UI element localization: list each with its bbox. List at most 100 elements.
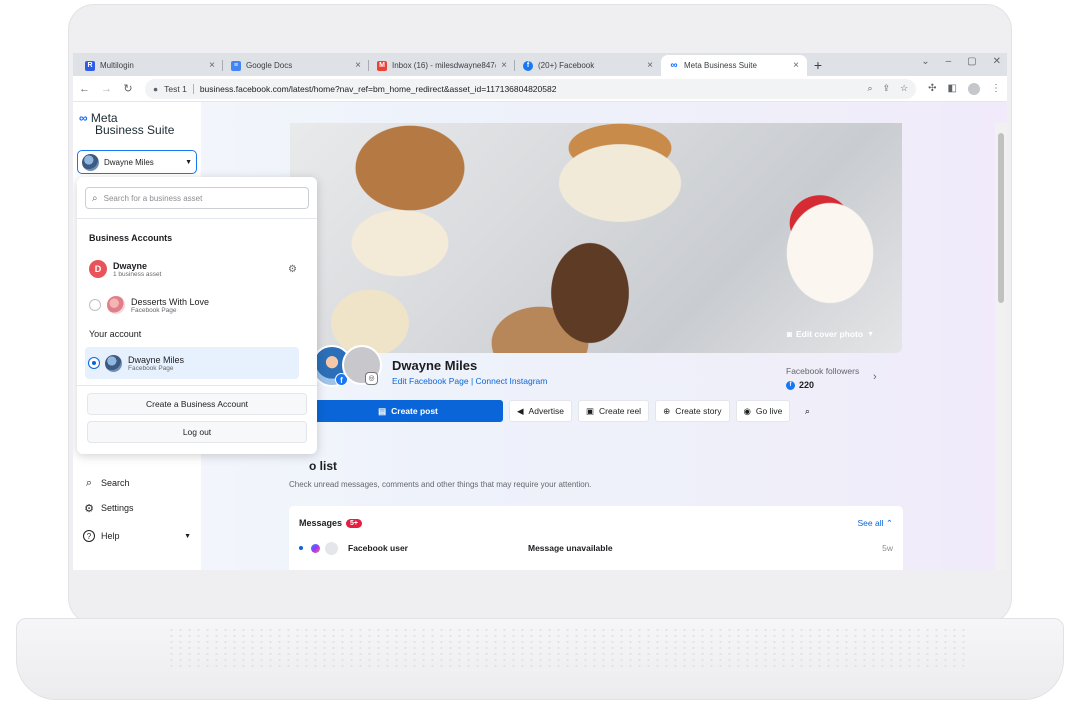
your-account-item[interactable]: Dwayne Miles Facebook Page	[85, 347, 299, 379]
account-dropdown: ⌕ Business Accounts D Dwayne 1 business …	[77, 177, 317, 454]
message-preview: Message unavailable	[528, 543, 613, 553]
todo-subtitle: Check unread messages, comments and othe…	[289, 480, 592, 489]
minimize-icon[interactable]: –	[946, 56, 952, 67]
new-tab-button[interactable]: +	[807, 55, 829, 76]
account-switcher[interactable]: Dwayne Miles ▼	[77, 150, 197, 174]
tab-facebook[interactable]: f (20+) Facebook ×	[515, 55, 661, 76]
business-account-item[interactable]: D Dwayne 1 business asset ⚙	[85, 255, 301, 283]
chevron-down-icon[interactable]: ⌄	[921, 56, 929, 67]
log-out-button[interactable]: Log out	[87, 421, 307, 443]
laptop-base	[16, 618, 1064, 700]
zoom-icon[interactable]: ⌕	[867, 83, 872, 94]
sidebar-item-help[interactable]: ? Help ▼	[83, 530, 191, 542]
scroll-thumb[interactable]	[998, 133, 1004, 303]
multilogin-icon: R	[85, 60, 95, 71]
caret-down-icon: ▼	[185, 158, 192, 166]
caret-down-icon: ▼	[184, 532, 191, 540]
divider	[192, 83, 194, 94]
menu-icon[interactable]: ⋮	[991, 83, 1001, 94]
messenger-icon	[311, 543, 320, 553]
avatar: D	[89, 260, 107, 278]
message-row[interactable]: Facebook user Message unavailable 5w	[299, 540, 893, 556]
caret-down-icon: ▼	[867, 330, 874, 338]
star-icon[interactable]: ☆	[900, 83, 908, 94]
radio-button[interactable]	[89, 299, 101, 311]
tab-gmail[interactable]: M Inbox (16) - milesdwayne847@ ×	[369, 55, 515, 76]
page-item-desserts[interactable]: Desserts With Love Facebook Page	[85, 291, 301, 319]
tab-meta-business-suite[interactable]: ∞ Meta Business Suite ×	[661, 55, 807, 76]
chevron-right-icon[interactable]: ›	[873, 371, 877, 383]
create-story-label: Create story	[675, 406, 722, 416]
business-account-name: Dwayne	[113, 260, 148, 271]
search-business-asset[interactable]: ⌕	[85, 187, 309, 209]
business-accounts-heading: Business Accounts	[89, 233, 173, 243]
your-account-text: Dwayne Miles Facebook Page	[128, 355, 184, 372]
cover-photo: ◙ Edit cover photo ▼	[290, 123, 902, 353]
toolbar-icons: ✣ ◧ ⋮	[928, 82, 1001, 95]
tab-multilogin[interactable]: R Multilogin ×	[77, 55, 223, 76]
followers-label: Facebook followers	[786, 366, 860, 376]
messages-card: Messages 5+ See all ⌃ Facebook user Mess…	[289, 506, 903, 570]
business-account-text: Dwayne 1 business asset	[113, 261, 161, 278]
avatar	[105, 354, 122, 372]
tab-bar: R Multilogin × ≡ Google Docs × M Inbox (…	[73, 53, 1007, 76]
forward-icon[interactable]: →	[101, 83, 112, 95]
create-post-button[interactable]: ▤ Create post	[313, 400, 503, 422]
url-field[interactable]: ● Test 1 business.facebook.com/latest/ho…	[145, 78, 917, 99]
sidebar-item-settings[interactable]: ⚙ Settings	[83, 502, 133, 515]
close-icon[interactable]: ×	[647, 60, 653, 71]
close-icon[interactable]: ×	[355, 60, 361, 71]
messages-header: Messages 5+	[299, 518, 363, 528]
page-item-sub: Facebook Page	[131, 306, 177, 314]
post-icon: ▤	[378, 405, 387, 416]
message-time: 5w	[882, 543, 893, 553]
keyboard	[167, 627, 967, 667]
meta-business-suite-logo: ∞ Meta Business Suite	[79, 112, 174, 136]
sidebar-item-label: Help	[101, 531, 120, 541]
edit-cover-photo-button[interactable]: ◙ Edit cover photo ▼	[787, 329, 874, 339]
back-icon[interactable]: ←	[79, 83, 90, 95]
profile-tag: Test 1	[164, 83, 187, 94]
advertise-button[interactable]: ◀ Advertise	[509, 400, 572, 422]
close-window-icon[interactable]: ✕	[993, 56, 1001, 67]
todo-title: o list	[309, 459, 338, 473]
window-controls: ⌄ – ▢ ✕	[921, 56, 1001, 67]
scrollbar[interactable]	[995, 123, 1007, 570]
search-icon: ⌕	[92, 192, 98, 204]
followers-count: f 220	[786, 380, 814, 390]
maximize-icon[interactable]: ▢	[967, 56, 976, 67]
radio-button-selected[interactable]	[89, 358, 99, 368]
reload-icon[interactable]: ↻	[123, 82, 133, 95]
search-icon[interactable]: ⌕	[796, 400, 818, 422]
connect-instagram-link[interactable]: Connect Instagram	[476, 376, 548, 386]
tab-google-docs[interactable]: ≡ Google Docs ×	[223, 55, 369, 76]
url-text: business.facebook.com/latest/home?nav_re…	[199, 83, 557, 94]
close-icon[interactable]: ×	[209, 60, 215, 71]
link-separator: |	[470, 376, 474, 386]
close-icon[interactable]: ×	[793, 60, 799, 71]
profile-avatar[interactable]	[968, 82, 980, 95]
lock-icon: ●	[153, 83, 159, 94]
messages-title: Messages	[299, 518, 343, 528]
see-all-link[interactable]: See all ⌃	[858, 518, 894, 529]
create-business-account-button[interactable]: Create a Business Account	[87, 393, 307, 415]
camera-icon: ◙	[786, 329, 792, 339]
unread-badge: 5+	[346, 518, 363, 528]
user-avatar-icon	[325, 541, 338, 555]
gear-icon[interactable]: ⚙	[288, 264, 297, 275]
create-story-button[interactable]: ⊕ Create story	[655, 400, 730, 422]
close-icon[interactable]: ×	[501, 60, 507, 71]
action-bar: ▤ Create post ◀ Advertise ▣ Create reel …	[313, 400, 818, 422]
go-live-button[interactable]: ◉ Go live	[735, 400, 791, 422]
sidebar-item-search[interactable]: ⌕ Search	[83, 477, 130, 489]
create-post-label: Create post	[391, 406, 438, 416]
sidepanel-icon[interactable]: ◧	[948, 83, 957, 94]
create-reel-button[interactable]: ▣ Create reel	[577, 400, 650, 422]
story-icon: ⊕	[663, 405, 671, 416]
extensions-icon[interactable]: ✣	[928, 83, 936, 94]
tab-title: Google Docs	[246, 61, 293, 70]
search-input[interactable]	[103, 193, 302, 203]
share-icon[interactable]: ⇪	[883, 83, 891, 94]
meta-icon: ∞	[670, 60, 678, 71]
edit-facebook-page-link[interactable]: Edit Facebook Page	[392, 376, 469, 386]
